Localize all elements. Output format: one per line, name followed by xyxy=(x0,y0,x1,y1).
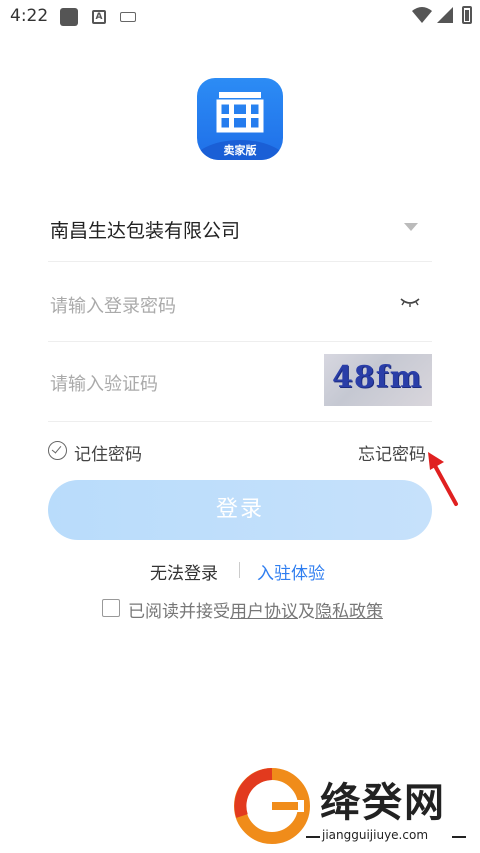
logo-label: 卖家版 xyxy=(223,144,257,157)
watermark-logo-icon xyxy=(234,768,310,844)
watermark-title: 绛癸网 xyxy=(320,780,446,826)
keyboard-icon xyxy=(120,12,136,22)
wifi-icon xyxy=(412,7,432,23)
user-agreement-link[interactable]: 用户协议 xyxy=(230,602,298,622)
status-time: 4:22 xyxy=(10,6,49,26)
captcha-placeholder: 请输入验证码 xyxy=(50,374,158,395)
chevron-down-icon[interactable] xyxy=(404,223,418,231)
eye-closed-icon[interactable] xyxy=(400,296,420,308)
login-button[interactable]: 登录 xyxy=(48,480,432,540)
cannot-login-link[interactable]: 无法登录 xyxy=(150,559,218,584)
trial-link[interactable]: 入驻体验 xyxy=(257,559,325,584)
a-icon: A xyxy=(92,10,106,24)
captcha-field[interactable]: 请输入验证码 48fm xyxy=(48,342,432,422)
agreement-and: 及 xyxy=(298,602,315,622)
signal-icon xyxy=(437,7,453,23)
link-divider xyxy=(239,562,240,578)
watermark-line-right xyxy=(452,836,466,838)
status-bar: 4:22 A xyxy=(0,0,480,34)
agreement-prefix: 已阅读并接受 xyxy=(128,602,230,622)
watermark-line-left xyxy=(306,836,320,838)
notification-square-icon xyxy=(60,8,78,26)
password-field[interactable]: 请输入登录密码 xyxy=(48,262,432,342)
forgot-password-link[interactable]: 忘记密码 xyxy=(358,440,426,465)
company-name: 南昌生达包装有限公司 xyxy=(50,220,241,242)
captcha-image[interactable]: 48fm xyxy=(324,354,432,406)
app-logo: 卖家版 xyxy=(197,78,283,160)
privacy-policy-link[interactable]: 隐私政策 xyxy=(315,602,383,622)
logo-mark-icon xyxy=(216,92,264,133)
battery-icon xyxy=(462,6,472,24)
remember-label: 记住密码 xyxy=(74,445,142,465)
agreement-checkbox[interactable] xyxy=(102,599,120,617)
captcha-text: 48fm xyxy=(332,360,423,395)
company-select[interactable]: 南昌生达包装有限公司 xyxy=(48,200,432,262)
check-circle-icon[interactable] xyxy=(48,441,67,460)
agreement-text: 已阅读并接受用户协议及隐私政策 xyxy=(128,597,383,622)
watermark-url: jiangguijiuye.com xyxy=(322,828,429,842)
password-placeholder: 请输入登录密码 xyxy=(50,296,176,317)
